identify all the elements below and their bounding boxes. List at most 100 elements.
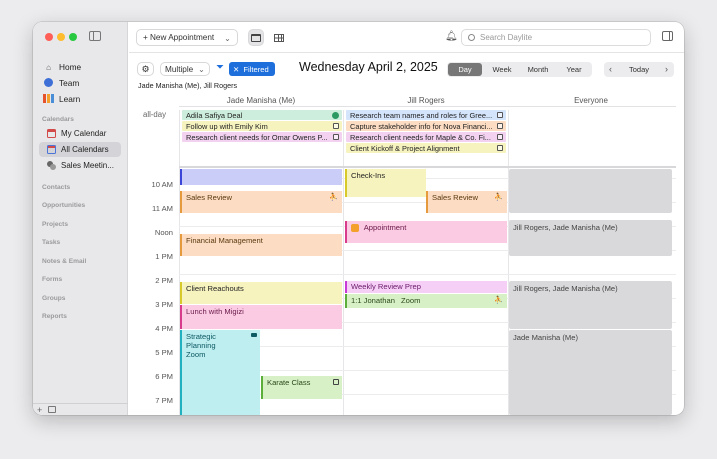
event[interactable]: Weekly Review Prep [345, 281, 507, 293]
sidebar-item-home[interactable]: ⌂ Home [43, 60, 81, 74]
allday-event[interactable]: Research team names and roles for Gree..… [346, 110, 506, 120]
event-title: Strategic Planning [186, 332, 216, 350]
sidebar-section-forms[interactable]: Forms [42, 276, 62, 283]
event[interactable]: Sales Review ⛹ [426, 191, 507, 213]
tab-month[interactable]: Month [521, 63, 555, 76]
filtered-chip[interactable]: ✕ Filtered [229, 62, 275, 76]
calendar-icon [47, 129, 56, 138]
sidebar-section-groups[interactable]: Groups [42, 295, 65, 302]
today-button[interactable]: Today [619, 63, 659, 76]
column-header-everyone: Everyone [574, 96, 608, 105]
sidebar-toggle-icon[interactable] [89, 31, 101, 41]
learn-icon [43, 93, 54, 105]
hour-label: 6 PM [155, 372, 173, 381]
sidebar-item-label: Learn [59, 94, 81, 104]
event[interactable] [180, 169, 342, 185]
sidebar-section-notes-email[interactable]: Notes & Email [42, 258, 86, 265]
new-appointment-label: + New Appointment [142, 33, 215, 42]
add-icon[interactable]: + [37, 405, 42, 415]
event[interactable]: Appointment [345, 221, 507, 243]
filter-mode-select[interactable]: Multiple ⌄ [160, 62, 210, 76]
sidebar-section-tasks[interactable]: Tasks [42, 239, 60, 246]
allday-divider [179, 166, 676, 168]
app-window: ⌂ Home Team Learn Calendars My Calendar … [33, 22, 684, 415]
event[interactable]: Sales Review ⛹ [180, 191, 342, 213]
calendars-section-label: Calendars [42, 116, 74, 123]
chevron-left-icon[interactable]: ‹ [609, 64, 612, 74]
allday-event[interactable]: Adila Safiya Deal [182, 110, 342, 120]
event-location: Zoom [401, 296, 421, 305]
sidebar-panel-icon[interactable] [48, 406, 57, 413]
task-checkbox[interactable] [333, 122, 339, 129]
bell-icon[interactable]: 🔔︎ [445, 31, 458, 42]
allday-event-title: Research team names and roles for Gree..… [350, 110, 493, 120]
list-view-button[interactable] [271, 29, 287, 46]
grid-view-icon [274, 33, 284, 42]
event[interactable]: 1:1 Jonathan Zoom ⛹ [345, 294, 507, 308]
event-title: Jill Rogers, Jade Manisha (Me) [513, 284, 618, 293]
sidebar: ⌂ Home Team Learn Calendars My Calendar … [33, 22, 128, 415]
allday-event-title: Follow up with Emily Kim [186, 121, 268, 131]
chevron-down-icon: ⌄ [198, 65, 205, 74]
event[interactable]: Jill Rogers, Jade Manisha (Me) [509, 220, 672, 256]
task-checkbox[interactable] [333, 133, 339, 140]
new-appointment-button[interactable]: + New Appointment ⌄ [136, 29, 238, 46]
sidebar-item-sales-meetings[interactable]: Sales Meetin... [39, 158, 121, 173]
chevron-down-icon[interactable]: ⌄ [224, 33, 231, 43]
tab-day[interactable]: Day [448, 63, 482, 76]
event[interactable]: Jade Manisha (Me) [509, 330, 672, 415]
date-title: Wednesday April 2, 2025 [299, 60, 438, 74]
event[interactable]: Strategic Planning Zoom [180, 330, 260, 415]
settings-button[interactable]: ⚙ [137, 62, 154, 76]
sidebar-item-all-calendars[interactable]: All Calendars [39, 142, 121, 157]
allday-event[interactable]: Research client needs for Maple & Co. Fi… [346, 132, 506, 142]
event-title: Sales Review [432, 193, 479, 202]
hour-label: Noon [154, 228, 173, 237]
sidebar-section-contacts[interactable]: Contacts [42, 184, 70, 191]
event[interactable]: Financial Management [180, 234, 342, 256]
allday-event[interactable]: Follow up with Emily Kim [182, 121, 342, 131]
tab-week[interactable]: Week [485, 63, 519, 76]
allday-event[interactable]: Capture stakeholder info for Nova Financ… [346, 121, 506, 131]
task-checkbox[interactable] [497, 122, 503, 129]
sidebar-item-team[interactable]: Team [43, 76, 79, 90]
event[interactable]: Check-Ins [345, 169, 426, 197]
column-header-jill: Jill Rogers [407, 96, 445, 105]
people-icon: ⛹ [494, 194, 503, 201]
calendar-view-button[interactable] [248, 29, 264, 46]
tab-year[interactable]: Year [557, 63, 591, 76]
task-checkbox[interactable] [497, 144, 503, 151]
sidebar-section-reports[interactable]: Reports [42, 313, 67, 320]
minimize-window-button[interactable] [57, 33, 65, 41]
task-checkbox[interactable] [497, 133, 503, 140]
search-icon [468, 34, 475, 41]
event-title: Weekly Review Prep [351, 282, 421, 291]
people-icon: ⛹ [329, 194, 338, 201]
sidebar-section-projects[interactable]: Projects [42, 221, 68, 228]
event[interactable]: Jill Rogers, Jade Manisha (Me) [509, 281, 672, 329]
inspector-panel-icon[interactable] [662, 31, 673, 41]
sidebar-section-opportunities[interactable]: Opportunities [42, 202, 85, 209]
filter-icon[interactable]: ⏷ [216, 62, 224, 73]
chevron-right-icon[interactable]: › [665, 64, 668, 74]
task-checkbox[interactable] [497, 111, 503, 118]
sidebar-item-learn[interactable]: Learn [43, 92, 80, 106]
close-window-button[interactable] [45, 33, 53, 41]
event[interactable] [509, 169, 672, 213]
main-content: + New Appointment ⌄ 🔔︎ Search Daylite ⚙ … [129, 22, 684, 415]
event-title: Jade Manisha (Me) [513, 333, 578, 342]
event[interactable]: Client Reachouts [180, 282, 342, 304]
search-input[interactable]: Search Daylite [461, 29, 651, 46]
calendar-view-icon [251, 33, 261, 42]
zoom-window-button[interactable] [69, 33, 77, 41]
event[interactable]: Karate Class [261, 376, 342, 399]
allday-event[interactable]: Research client needs for Omar Owens P..… [182, 132, 342, 142]
close-icon[interactable]: ✕ [233, 65, 239, 74]
home-icon: ⌂ [46, 62, 51, 72]
event-title: Lunch with Migizi [186, 307, 244, 316]
people-icon: ⛹ [494, 297, 503, 304]
allday-event-title: Research client needs for Omar Owens P..… [186, 132, 328, 142]
allday-event[interactable]: Client Kickoff & Project Alignment [346, 143, 506, 153]
event[interactable]: Lunch with Migizi [180, 305, 342, 329]
sidebar-item-my-calendar[interactable]: My Calendar [39, 126, 121, 141]
